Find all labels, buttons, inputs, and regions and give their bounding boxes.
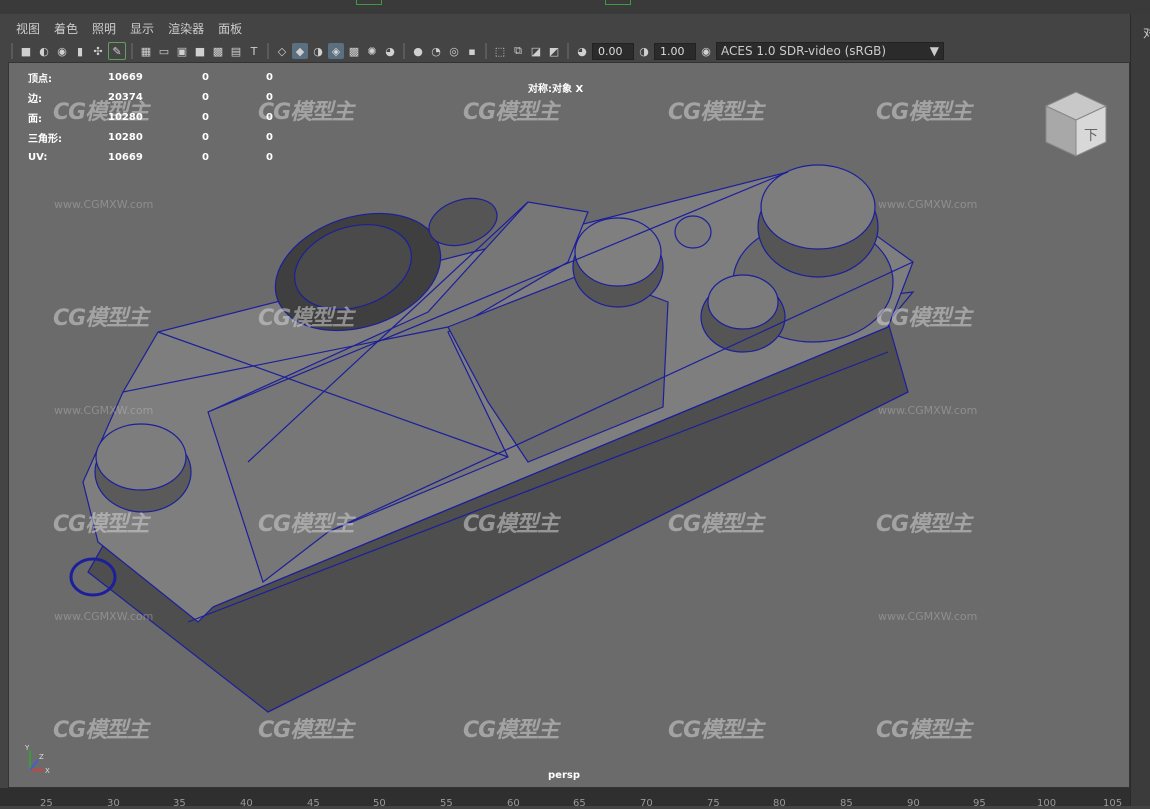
xray-active-icon[interactable]: ◪ bbox=[528, 43, 544, 59]
panel-toolbar: ■ ◐ ◉ ▮ ✣ ✎ ▦ ▭ ▣ ■ ▩ ▤ T ◇ ◆ ◑ ◈ ▩ ✺ ◕ … bbox=[8, 40, 1130, 62]
colorspace-dropdown[interactable]: ACES 1.0 SDR-video (sRGB) ▼ bbox=[716, 42, 944, 60]
safe-action-icon[interactable]: ▤ bbox=[228, 43, 244, 59]
menu-panels[interactable]: 面板 bbox=[218, 20, 242, 37]
ruler-tick: 95 bbox=[973, 798, 986, 809]
colorspace-label: ACES 1.0 SDR-video (sRGB) bbox=[721, 44, 887, 58]
camera-lock-icon[interactable]: ◐ bbox=[36, 43, 52, 59]
menu-show[interactable]: 显示 bbox=[130, 20, 154, 37]
exposure-field[interactable]: 0.00 bbox=[592, 42, 634, 60]
wireframe-on-shaded-icon[interactable]: ◈ bbox=[328, 43, 344, 59]
ruler-tick: 30 bbox=[107, 798, 120, 809]
menu-lighting[interactable]: 照明 bbox=[92, 20, 116, 37]
ruler-tick: 25 bbox=[40, 798, 53, 809]
side-panel-label: 对 bbox=[1143, 26, 1150, 40]
ruler-tick: 100 bbox=[1037, 798, 1057, 809]
menu-view[interactable]: 视图 bbox=[16, 20, 40, 37]
toolbar-separator bbox=[267, 43, 269, 59]
grease-pencil-icon[interactable]: ✎ bbox=[108, 42, 126, 60]
menu-shading[interactable]: 着色 bbox=[54, 20, 78, 37]
backface-icon[interactable]: ◩ bbox=[546, 43, 562, 59]
ruler-tick: 50 bbox=[373, 798, 386, 809]
gamma-field[interactable]: 1.00 bbox=[654, 42, 696, 60]
depth-of-field-icon[interactable]: ▪ bbox=[464, 43, 480, 59]
perspective-viewport[interactable]: CG模型主 CG模型主 CG模型主 CG模型主 CG模型主 CG模型主 CG模型… bbox=[8, 62, 1130, 788]
right-side-panel: 对 bbox=[1130, 14, 1150, 806]
chevron-down-icon: ▼ bbox=[929, 44, 939, 58]
timeline-marker bbox=[356, 0, 382, 5]
color-management-icon[interactable]: ◉ bbox=[698, 43, 714, 59]
exposure-icon[interactable]: ◕ bbox=[574, 43, 590, 59]
ruler-tick: 85 bbox=[840, 798, 853, 809]
ruler-tick: 60 bbox=[507, 798, 520, 809]
field-chart-icon[interactable]: ▩ bbox=[210, 43, 226, 59]
camera-select-icon[interactable]: ■ bbox=[18, 43, 34, 59]
screen-space-ao-icon[interactable]: ● bbox=[410, 43, 426, 59]
menu-renderer[interactable]: 渲染器 bbox=[168, 20, 204, 37]
toolbar-separator bbox=[403, 43, 405, 59]
motion-blur-icon[interactable]: ◔ bbox=[428, 43, 444, 59]
shadows-icon[interactable]: ◕ bbox=[382, 43, 398, 59]
default-material-icon[interactable]: ◑ bbox=[310, 43, 326, 59]
ruler-tick: 65 bbox=[573, 798, 586, 809]
toolbar-separator bbox=[567, 43, 569, 59]
ruler-tick: 105 bbox=[1103, 798, 1123, 809]
ruler-tick: 55 bbox=[440, 798, 453, 809]
gate-mask-icon[interactable]: ■ bbox=[192, 43, 208, 59]
bookmark-icon[interactable]: ▮ bbox=[72, 43, 88, 59]
ruler-tick: 90 bbox=[907, 798, 920, 809]
isolate-select-icon[interactable]: ⬚ bbox=[492, 43, 508, 59]
toolbar-separator bbox=[11, 43, 13, 59]
toolbar-separator bbox=[485, 43, 487, 59]
grid-icon[interactable]: ▦ bbox=[138, 43, 154, 59]
ruler-tick: 80 bbox=[773, 798, 786, 809]
ruler-tick: 40 bbox=[240, 798, 253, 809]
anti-aliasing-icon[interactable]: ◎ bbox=[446, 43, 462, 59]
xray-joints-icon[interactable]: ⧉ bbox=[510, 43, 526, 59]
resolution-gate-icon[interactable]: ▣ bbox=[174, 43, 190, 59]
image-plane-icon[interactable]: ✣ bbox=[90, 43, 106, 59]
viewport-border bbox=[8, 62, 1130, 788]
toolbar-separator bbox=[131, 43, 133, 59]
gamma-icon[interactable]: ◑ bbox=[636, 43, 652, 59]
time-slider-ruler[interactable]: 25 30 35 40 45 50 55 60 65 70 75 80 85 9… bbox=[0, 788, 1130, 809]
panel-menubar: 视图 着色 照明 显示 渲染器 面板 bbox=[8, 17, 248, 39]
timeline-marker bbox=[605, 0, 631, 5]
ruler-tick: 45 bbox=[307, 798, 320, 809]
ruler-tick: 75 bbox=[707, 798, 720, 809]
top-strip bbox=[0, 0, 1150, 14]
ruler-tick: 35 bbox=[173, 798, 186, 809]
wireframe-icon[interactable]: ◇ bbox=[274, 43, 290, 59]
film-gate-icon[interactable]: ▭ bbox=[156, 43, 172, 59]
camera-attributes-icon[interactable]: ◉ bbox=[54, 43, 70, 59]
safe-title-icon[interactable]: T bbox=[246, 43, 262, 59]
lights-icon[interactable]: ✺ bbox=[364, 43, 380, 59]
ruler-tick: 70 bbox=[640, 798, 653, 809]
smooth-shade-icon[interactable]: ◆ bbox=[292, 43, 308, 59]
xray-icon[interactable]: ▩ bbox=[346, 43, 362, 59]
